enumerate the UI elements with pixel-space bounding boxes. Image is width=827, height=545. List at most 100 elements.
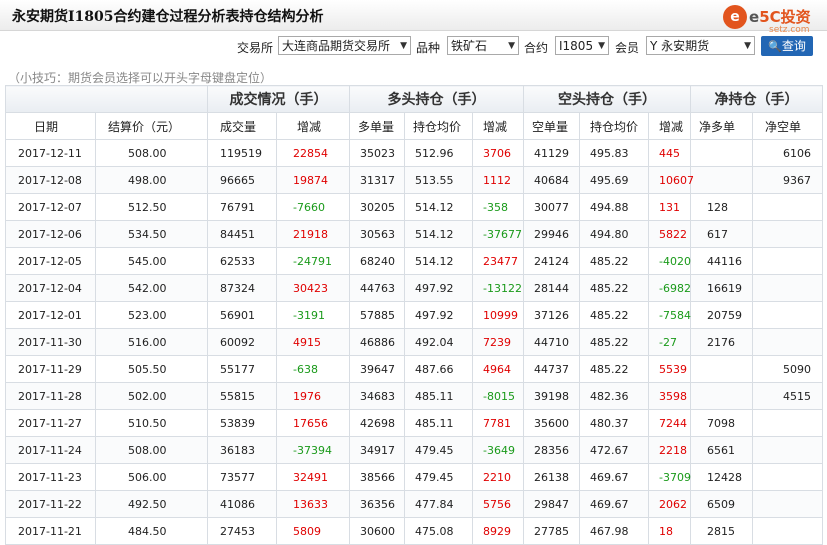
cell-volume-change: 13633 [276,490,350,518]
table-row: 2017-11-21 484.50 27453 5809 30600 475.08 8929… [5,517,823,545]
member-select[interactable]: Y 永安期货 ▼ [646,36,755,55]
cell-long-avg-price: 497.92 [404,274,473,302]
cell-volume: 53839 [207,409,277,437]
cell-net-long: 44116 [690,247,753,275]
cell-net-short [752,463,823,491]
cell-settle-price: 505.50 [95,355,208,383]
cell-settle-price: 512.50 [95,193,208,221]
cell-net-long: 2176 [690,328,753,356]
cell-settle-price: 523.00 [95,301,208,329]
cell-short-change: 445 [648,139,691,167]
cell-volume-change: 1976 [276,382,350,410]
cell-net-short [752,490,823,518]
cell-long-change: -3649 [472,436,524,464]
contract-label: 合约 [524,41,549,55]
cell-long-change: -358 [472,193,524,221]
cell-long-avg-price: 485.11 [404,382,473,410]
column-header-long-qty: 多单量 [349,112,405,140]
cell-short-avg-price: 480.37 [579,409,649,437]
cell-net-long: 6509 [690,490,753,518]
cell-volume-change: -37394 [276,436,350,464]
cell-short-qty: 44710 [523,328,580,356]
cell-long-change: 23477 [472,247,524,275]
site-logo[interactable]: e e5C投资 setz.com [723,3,823,39]
column-header-short-change: 增减 [648,112,691,140]
group-header-blank [5,85,208,113]
cell-net-short: 6106 [752,139,823,167]
cell-long-change: 8929 [472,517,524,545]
cell-short-avg-price: 485.22 [579,355,649,383]
group-header-long: 多头持仓（手） [349,85,524,113]
exchange-label: 交易所 [237,41,274,55]
cell-net-long: 2815 [690,517,753,545]
column-header-volume-change: 增减 [276,112,350,140]
cell-long-change: -13122 [472,274,524,302]
column-header-long-change: 增减 [472,112,524,140]
cell-long-avg-price: 514.12 [404,247,473,275]
page-title: 永安期货I1805合约建仓过程分析表持仓结构分析 [12,9,324,25]
cell-net-short [752,301,823,329]
query-button[interactable]: 🔍查询 [761,36,813,56]
cell-volume-change: -7660 [276,193,350,221]
cell-long-qty: 57885 [349,301,405,329]
cell-short-change: 5539 [648,355,691,383]
table-row: 2017-11-27 510.50 53839 17656 42698 485.11 778… [5,409,823,437]
cell-long-change: 4964 [472,355,524,383]
title-bar: 永安期货I1805合约建仓过程分析表持仓结构分析 e e5C投资 setz.co… [0,0,827,35]
column-header-short-qty: 空单量 [523,112,580,140]
cell-volume-change: 19874 [276,166,350,194]
cell-short-change: -27 [648,328,691,356]
group-header-short: 空头持仓（手） [523,85,691,113]
cell-date: 2017-12-01 [5,301,96,329]
cell-volume: 55815 [207,382,277,410]
table-row: 2017-11-29 505.50 55177 -638 39647 487.66 4964… [5,355,823,383]
cell-long-qty: 30563 [349,220,405,248]
cell-volume-change: 17656 [276,409,350,437]
cell-short-change: -4020 [648,247,691,275]
cell-settle-price: 508.00 [95,436,208,464]
position-table: 成交情况（手） 多头持仓（手） 空头持仓（手） 净持仓（手） 日期 结算价（元）成… [5,85,823,545]
cell-long-avg-price: 514.12 [404,220,473,248]
cell-long-qty: 46886 [349,328,405,356]
cell-short-avg-price: 495.69 [579,166,649,194]
cell-date: 2017-12-04 [5,274,96,302]
variety-select[interactable]: 铁矿石 ▼ [447,36,519,55]
column-header-net-long: 净多单 [690,112,753,140]
cell-short-avg-price: 495.83 [579,139,649,167]
cell-date: 2017-11-21 [5,517,96,545]
cell-net-short: 4515 [752,382,823,410]
table-row: 2017-12-07 512.50 76791 -7660 30205 514.12 -35… [5,193,823,221]
cell-net-short [752,247,823,275]
cell-long-avg-price: 485.11 [404,409,473,437]
cell-long-avg-price: 487.66 [404,355,473,383]
cell-settle-price: 506.00 [95,463,208,491]
cell-long-avg-price: 512.96 [404,139,473,167]
cell-short-change: 2062 [648,490,691,518]
cell-long-qty: 34917 [349,436,405,464]
cell-volume-change: 30423 [276,274,350,302]
cell-date: 2017-11-30 [5,328,96,356]
cell-short-change: 3598 [648,382,691,410]
chevron-down-icon: ▼ [400,41,407,51]
cell-net-short [752,193,823,221]
cell-settle-price: 498.00 [95,166,208,194]
cell-settle-price: 492.50 [95,490,208,518]
cell-volume-change: 32491 [276,463,350,491]
contract-select[interactable]: I1805 ▼ [555,36,609,55]
cell-volume-change: -24791 [276,247,350,275]
cell-net-short: 9367 [752,166,823,194]
table-row: 2017-11-30 516.00 60092 4915 46886 492.04 7239… [5,328,823,356]
cell-volume: 55177 [207,355,277,383]
cell-settle-price: 510.50 [95,409,208,437]
column-header-settle-price: 结算价（元） [95,112,208,140]
exchange-select[interactable]: 大连商品期货交易所 ▼ [278,36,411,55]
cell-short-avg-price: 494.88 [579,193,649,221]
cell-long-qty: 31317 [349,166,405,194]
cell-short-qty: 29847 [523,490,580,518]
cell-long-avg-price: 513.55 [404,166,473,194]
cell-volume: 27453 [207,517,277,545]
cell-short-change: 5822 [648,220,691,248]
cell-long-change: 2210 [472,463,524,491]
cell-long-avg-price: 477.84 [404,490,473,518]
variety-label: 品种 [416,41,441,55]
